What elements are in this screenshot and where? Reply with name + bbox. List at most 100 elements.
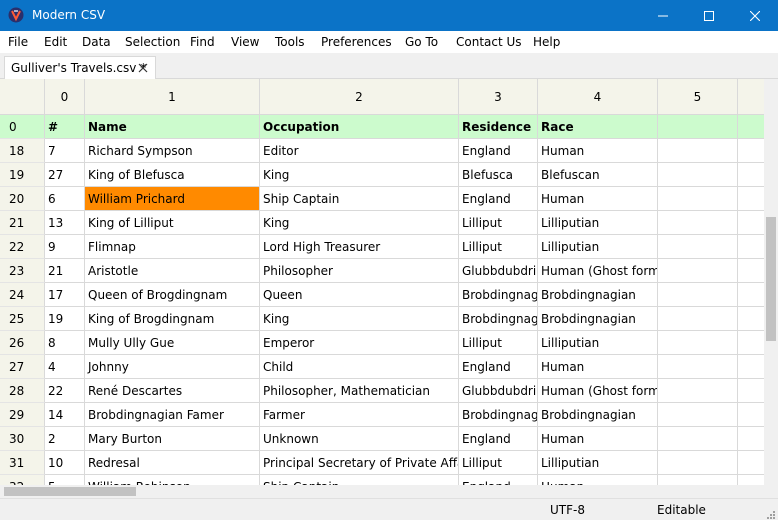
column-header-2[interactable]: 2 [260, 79, 459, 115]
resize-grip-icon[interactable] [764, 508, 776, 520]
table-cell[interactable] [658, 355, 738, 379]
table-row[interactable]: 23 21 Aristotle Philosopher Glubbdubdrib Huma… [0, 259, 764, 283]
table-cell[interactable] [658, 259, 738, 283]
table-cell[interactable]: Philosopher [260, 259, 459, 283]
row-number[interactable]: 20 [0, 187, 45, 211]
column-header-4[interactable]: 4 [538, 79, 658, 115]
table-cell[interactable] [738, 115, 764, 139]
table-cell[interactable]: Redresal [85, 451, 260, 475]
table-cell[interactable]: Lilliput [459, 211, 538, 235]
table-cell[interactable]: Richard Sympson [85, 139, 260, 163]
table-cell[interactable]: Lilliputian [538, 331, 658, 355]
table-row[interactable]: 29 14 Brobdingnagian Famer Farmer Brobdingna… [0, 403, 764, 427]
table-cell[interactable] [738, 331, 764, 355]
table-cell[interactable]: King of Brogdingnam [85, 307, 260, 331]
row-number[interactable]: 29 [0, 403, 45, 427]
table-cell[interactable]: Human [538, 427, 658, 451]
table-cell[interactable]: Brobdingnagian Famer [85, 403, 260, 427]
menu-find[interactable]: Find [190, 35, 215, 49]
table-cell[interactable]: 9 [45, 235, 85, 259]
row-number[interactable]: 27 [0, 355, 45, 379]
table-cell[interactable]: Lilliput [459, 451, 538, 475]
table-cell[interactable]: Human (Ghost form) [538, 379, 658, 403]
table-cell[interactable] [738, 211, 764, 235]
table-row[interactable]: 31 10 Redresal Principal Secretary of Priva… [0, 451, 764, 475]
table-cell[interactable] [738, 259, 764, 283]
table-cell[interactable]: Lilliputian [538, 451, 658, 475]
table-cell[interactable] [658, 451, 738, 475]
maximize-button[interactable] [686, 0, 732, 31]
table-row[interactable]: 26 8 Mully Ully Gue Emperor Lilliput Lilliput… [0, 331, 764, 355]
row-number[interactable]: 21 [0, 211, 45, 235]
corner-header[interactable] [0, 79, 45, 115]
table-row[interactable]: 325William RobinsonShip CaptainEnglandHu… [0, 475, 764, 485]
vertical-scrollbar-thumb[interactable] [766, 217, 776, 341]
selected-cell[interactable]: William Prichard [85, 187, 260, 211]
table-cell[interactable] [738, 451, 764, 475]
table-row[interactable]: 30 2 Mary Burton Unknown England Human [0, 427, 764, 451]
table-cell[interactable]: Blefusca [459, 163, 538, 187]
table-cell[interactable]: Queen [260, 283, 459, 307]
table-cell[interactable] [658, 187, 738, 211]
table-cell[interactable] [738, 235, 764, 259]
table-row[interactable]: 21 13 King of Lilliput King Lilliput Lilliput… [0, 211, 764, 235]
table-cell[interactable]: England [459, 475, 538, 485]
table-cell[interactable] [738, 379, 764, 403]
menu-file[interactable]: File [8, 35, 28, 49]
table-cell[interactable]: 5 [45, 475, 85, 485]
table-cell[interactable]: Brobdingnagian [538, 403, 658, 427]
table-cell[interactable]: 6 [45, 187, 85, 211]
table-cell[interactable] [658, 307, 738, 331]
table-cell[interactable]: Aristotle [85, 259, 260, 283]
table-cell[interactable] [738, 355, 764, 379]
table-cell[interactable] [658, 403, 738, 427]
table-cell[interactable]: Brobdingnag [459, 307, 538, 331]
row-number[interactable]: 18 [0, 139, 45, 163]
row-number[interactable]: 31 [0, 451, 45, 475]
column-header-6[interactable] [738, 79, 764, 115]
table-cell[interactable] [738, 139, 764, 163]
menu-go-to[interactable]: Go To [405, 35, 438, 49]
menu-data[interactable]: Data [82, 35, 111, 49]
table-row[interactable]: 25 19 King of Brogdingnam King Brobdingnag Br… [0, 307, 764, 331]
table-cell[interactable]: Human [538, 355, 658, 379]
table-cell[interactable]: 2 [45, 427, 85, 451]
table-cell[interactable]: 4 [45, 355, 85, 379]
table-cell[interactable]: Ship Captain [260, 187, 459, 211]
table-cell[interactable]: Editor [260, 139, 459, 163]
column-header-3[interactable]: 3 [459, 79, 538, 115]
table-cell[interactable]: Unknown [260, 427, 459, 451]
table-cell[interactable]: 8 [45, 331, 85, 355]
table-cell[interactable]: England [459, 355, 538, 379]
table-cell[interactable]: Human [538, 475, 658, 485]
menu-tools[interactable]: Tools [275, 35, 305, 49]
horizontal-scrollbar-thumb[interactable] [4, 487, 136, 496]
row-number[interactable]: 19 [0, 163, 45, 187]
table-cell[interactable]: René Descartes [85, 379, 260, 403]
table-cell[interactable] [738, 475, 764, 485]
table-cell[interactable]: Mary Burton [85, 427, 260, 451]
menu-preferences[interactable]: Preferences [321, 35, 392, 49]
table-cell[interactable]: King of Lilliput [85, 211, 260, 235]
table-row[interactable]: 22 9 Flimnap Lord High Treasurer Lilliput Lil… [0, 235, 764, 259]
column-header-5[interactable]: 5 [658, 79, 738, 115]
table-cell[interactable] [738, 187, 764, 211]
table-row[interactable]: 19 27 King of Blefusca King Blefusca Blefusca… [0, 163, 764, 187]
table-row[interactable]: 18 7 Richard Sympson Editor England Human [0, 139, 764, 163]
table-cell[interactable] [658, 331, 738, 355]
menu-view[interactable]: View [231, 35, 259, 49]
table-cell[interactable]: England [459, 139, 538, 163]
table-cell[interactable]: Flimnap [85, 235, 260, 259]
table-cell[interactable]: Farmer [260, 403, 459, 427]
table-cell[interactable]: Glubbdubdrib [459, 379, 538, 403]
table-cell[interactable]: Glubbdubdrib [459, 259, 538, 283]
row-number[interactable]: 28 [0, 379, 45, 403]
column-header-1[interactable]: 1 [85, 79, 260, 115]
table-cell[interactable] [738, 163, 764, 187]
table-cell[interactable]: Mully Ully Gue [85, 331, 260, 355]
table-cell[interactable]: Queen of Brogdingnam [85, 283, 260, 307]
table-cell[interactable]: Lilliputian [538, 211, 658, 235]
close-icon[interactable] [137, 62, 149, 74]
table-cell[interactable]: Philosopher, Mathematician [260, 379, 459, 403]
table-cell[interactable]: Human (Ghost form) [538, 259, 658, 283]
